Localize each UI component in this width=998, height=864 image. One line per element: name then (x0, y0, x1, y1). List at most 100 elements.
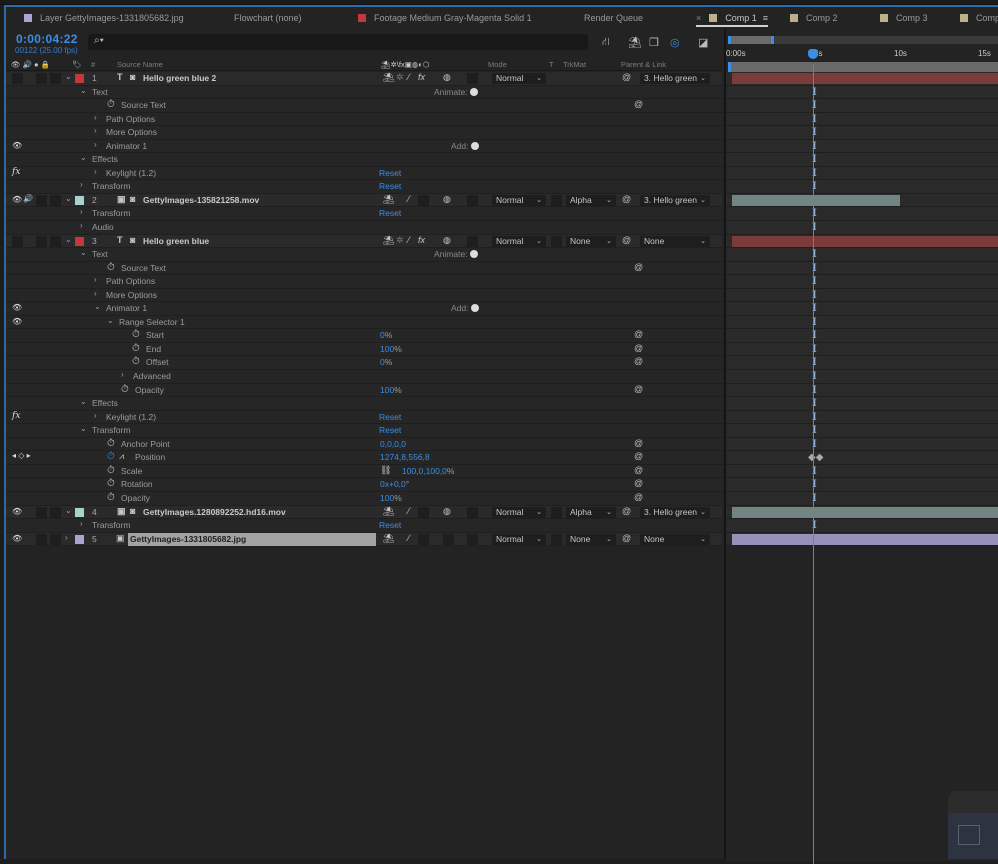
property-value[interactable]: 100% (380, 493, 402, 503)
visibility-toggle[interactable] (12, 73, 23, 84)
label-color-swatch[interactable] (75, 507, 84, 517)
property-group-row[interactable]: › More Options (6, 126, 722, 140)
time-ruler[interactable]: 0:00s 5s 10s 15s (726, 29, 998, 72)
chevron-down-icon[interactable]: ⌄ (65, 194, 72, 203)
effects-switch[interactable] (418, 533, 429, 545)
chevron-down-icon[interactable]: ⌄ (80, 153, 87, 162)
chevron-down-icon[interactable]: ⌄ (80, 397, 87, 406)
shy-switch-icon[interactable]: ⛱ (383, 235, 394, 246)
property-group-row[interactable]: ⌄ Text Animate: (6, 248, 722, 262)
effects-switch-icon[interactable]: fx (418, 235, 425, 245)
chevron-down-icon[interactable]: ⌄ (94, 302, 101, 311)
stopwatch-icon[interactable]: ⏱ (107, 478, 115, 489)
parent-dropdown[interactable]: None ⌄ (640, 533, 710, 545)
reset-button[interactable]: Reset (379, 208, 401, 218)
layer-row[interactable]: 👁 🔊 ⌄ 2 ▣ ◙ GettyImages-135821258.mov ⛱ ⁄ ◍ Normal… (6, 193, 722, 208)
property-value[interactable]: 100% (380, 385, 402, 395)
reset-button[interactable]: Reset (379, 181, 401, 191)
property-row[interactable]: ◂ ◇ ▸ ⏱ ⩘ Position 1274,8,556,8 @ (6, 451, 722, 465)
effects-switch[interactable] (418, 506, 429, 518)
pick-whip-icon[interactable]: @ (634, 451, 643, 461)
blend-mode-dropdown[interactable]: Normal ⌄ (492, 533, 546, 545)
value-number[interactable]: 0,0,0,0 (380, 439, 406, 449)
pick-whip-icon[interactable]: @ (634, 99, 643, 109)
property-group-row[interactable]: 👁 › Animator 1 Add: (6, 139, 722, 154)
stopwatch-icon[interactable]: ⏱ (132, 329, 140, 340)
chevron-down-icon[interactable]: ⌄ (107, 316, 114, 325)
tab-comp-2[interactable]: Comp 2 (790, 11, 838, 27)
property-group-row[interactable]: › Audio (6, 221, 722, 235)
graph-icon[interactable]: ⩘ (119, 451, 124, 462)
solo-toggle[interactable] (36, 73, 47, 84)
chevron-right-icon[interactable]: › (94, 126, 97, 135)
property-group-row[interactable]: › Advanced (6, 370, 722, 384)
playhead-handle[interactable] (808, 49, 818, 59)
pick-whip-icon[interactable]: @ (622, 506, 631, 516)
property-group-row[interactable]: ⌄ Text Animate: (6, 85, 722, 100)
stopwatch-icon[interactable]: ⏱ (107, 438, 115, 449)
lock-toggle[interactable] (50, 533, 61, 545)
parent-dropdown[interactable]: 3. Hello green ⌄ (640, 506, 710, 518)
tab-comp-3[interactable]: Comp 3 (880, 11, 928, 27)
motion-blur-switch-icon[interactable]: ◍ (443, 235, 451, 246)
3d-layer-switch[interactable] (467, 73, 478, 84)
property-group-name[interactable]: Keylight (1.2) (106, 168, 156, 178)
property-row[interactable]: ⏱ Start 0% @ (6, 329, 722, 343)
reset-button[interactable]: Reset (379, 412, 401, 422)
chevron-right-icon[interactable]: › (94, 167, 97, 176)
animate-menu[interactable]: Animate: (434, 87, 478, 97)
lock-toggle[interactable] (50, 73, 61, 84)
value-number[interactable]: 100 (380, 493, 394, 503)
shy-layers-icon[interactable]: ⛱ (628, 36, 642, 49)
layer-duration-bar[interactable] (732, 533, 998, 545)
property-group-name[interactable]: Keylight (1.2) (106, 412, 156, 422)
visibility-eye-icon[interactable]: 👁 (12, 141, 22, 150)
composition-flowchart-icon[interactable]: ⛙ (602, 36, 610, 50)
motion-blur-icon[interactable]: ◎ (670, 36, 680, 49)
playhead-line[interactable] (813, 64, 814, 864)
parent-dropdown[interactable]: None ⌄ (640, 235, 710, 247)
pick-whip-icon[interactable]: @ (634, 478, 643, 488)
property-group-row[interactable]: › Transform Reset (6, 519, 722, 533)
search-input[interactable]: ⌕▾ (88, 34, 588, 50)
parent-dropdown[interactable]: 3. Hello green ⌄ (640, 194, 710, 206)
solo-toggle[interactable] (36, 194, 47, 206)
visibility-eye-icon[interactable]: 👁 (12, 303, 22, 312)
property-row[interactable]: ⏱ Scale ⛓ 100,0,100,0% @ (6, 464, 722, 479)
shy-switch-icon[interactable]: ⛱ (383, 72, 394, 83)
property-group-name[interactable]: Path Options (106, 114, 155, 124)
blend-mode-dropdown[interactable]: Normal ⌄ (492, 506, 546, 518)
property-group-name[interactable]: Animator 1 (106, 303, 147, 313)
property-group-name[interactable]: Effects (92, 398, 118, 408)
lock-toggle[interactable] (50, 235, 61, 247)
label-color-swatch[interactable] (75, 236, 84, 246)
solo-toggle[interactable] (36, 506, 47, 518)
motion-blur-switch-icon[interactable]: ◍ (443, 506, 451, 517)
value-number[interactable]: 1274,8,556,8 (380, 452, 430, 462)
time-navigator-range[interactable] (728, 36, 774, 44)
chevron-down-icon[interactable]: ⌄ (80, 86, 87, 95)
pick-whip-icon[interactable]: @ (634, 438, 643, 448)
tab-menu-icon[interactable]: ≡ (763, 13, 768, 23)
pick-whip-icon[interactable]: @ (622, 235, 631, 245)
property-group-name[interactable]: Transform (92, 181, 130, 191)
track-matte-dropdown[interactable]: Alpha ⌄ (566, 506, 616, 518)
tab-comp-1[interactable]: × Comp 1 ≡ (696, 11, 769, 27)
chevron-right-icon[interactable]: › (94, 113, 97, 122)
property-row[interactable]: ⏱ Rotation 0x+0,0° @ (6, 478, 722, 492)
collapse-switch-icon[interactable]: ✲ (396, 72, 404, 83)
pick-whip-icon[interactable]: @ (634, 343, 643, 353)
chevron-right-icon[interactable]: › (94, 411, 97, 420)
visibility-eye-icon[interactable]: 👁 (12, 507, 22, 516)
property-value[interactable]: 100,0,100,0% (402, 466, 454, 476)
chevron-down-icon[interactable]: ⌄ (80, 248, 87, 257)
layer-name[interactable]: GettyImages.1280892252.hd16.mov (143, 507, 286, 517)
property-group-name[interactable]: Animator 1 (106, 141, 147, 151)
layer-name[interactable]: Hello green blue 2 (143, 73, 216, 83)
stopwatch-icon[interactable]: ⏱ (132, 356, 140, 367)
shy-switch-icon[interactable]: ⛱ (383, 194, 394, 205)
effects-switch[interactable] (418, 194, 429, 206)
3d-layer-switch[interactable] (467, 235, 478, 247)
track-matte-dropdown[interactable]: Alpha ⌄ (566, 194, 616, 206)
tab-render-queue[interactable]: Render Queue (584, 11, 643, 27)
